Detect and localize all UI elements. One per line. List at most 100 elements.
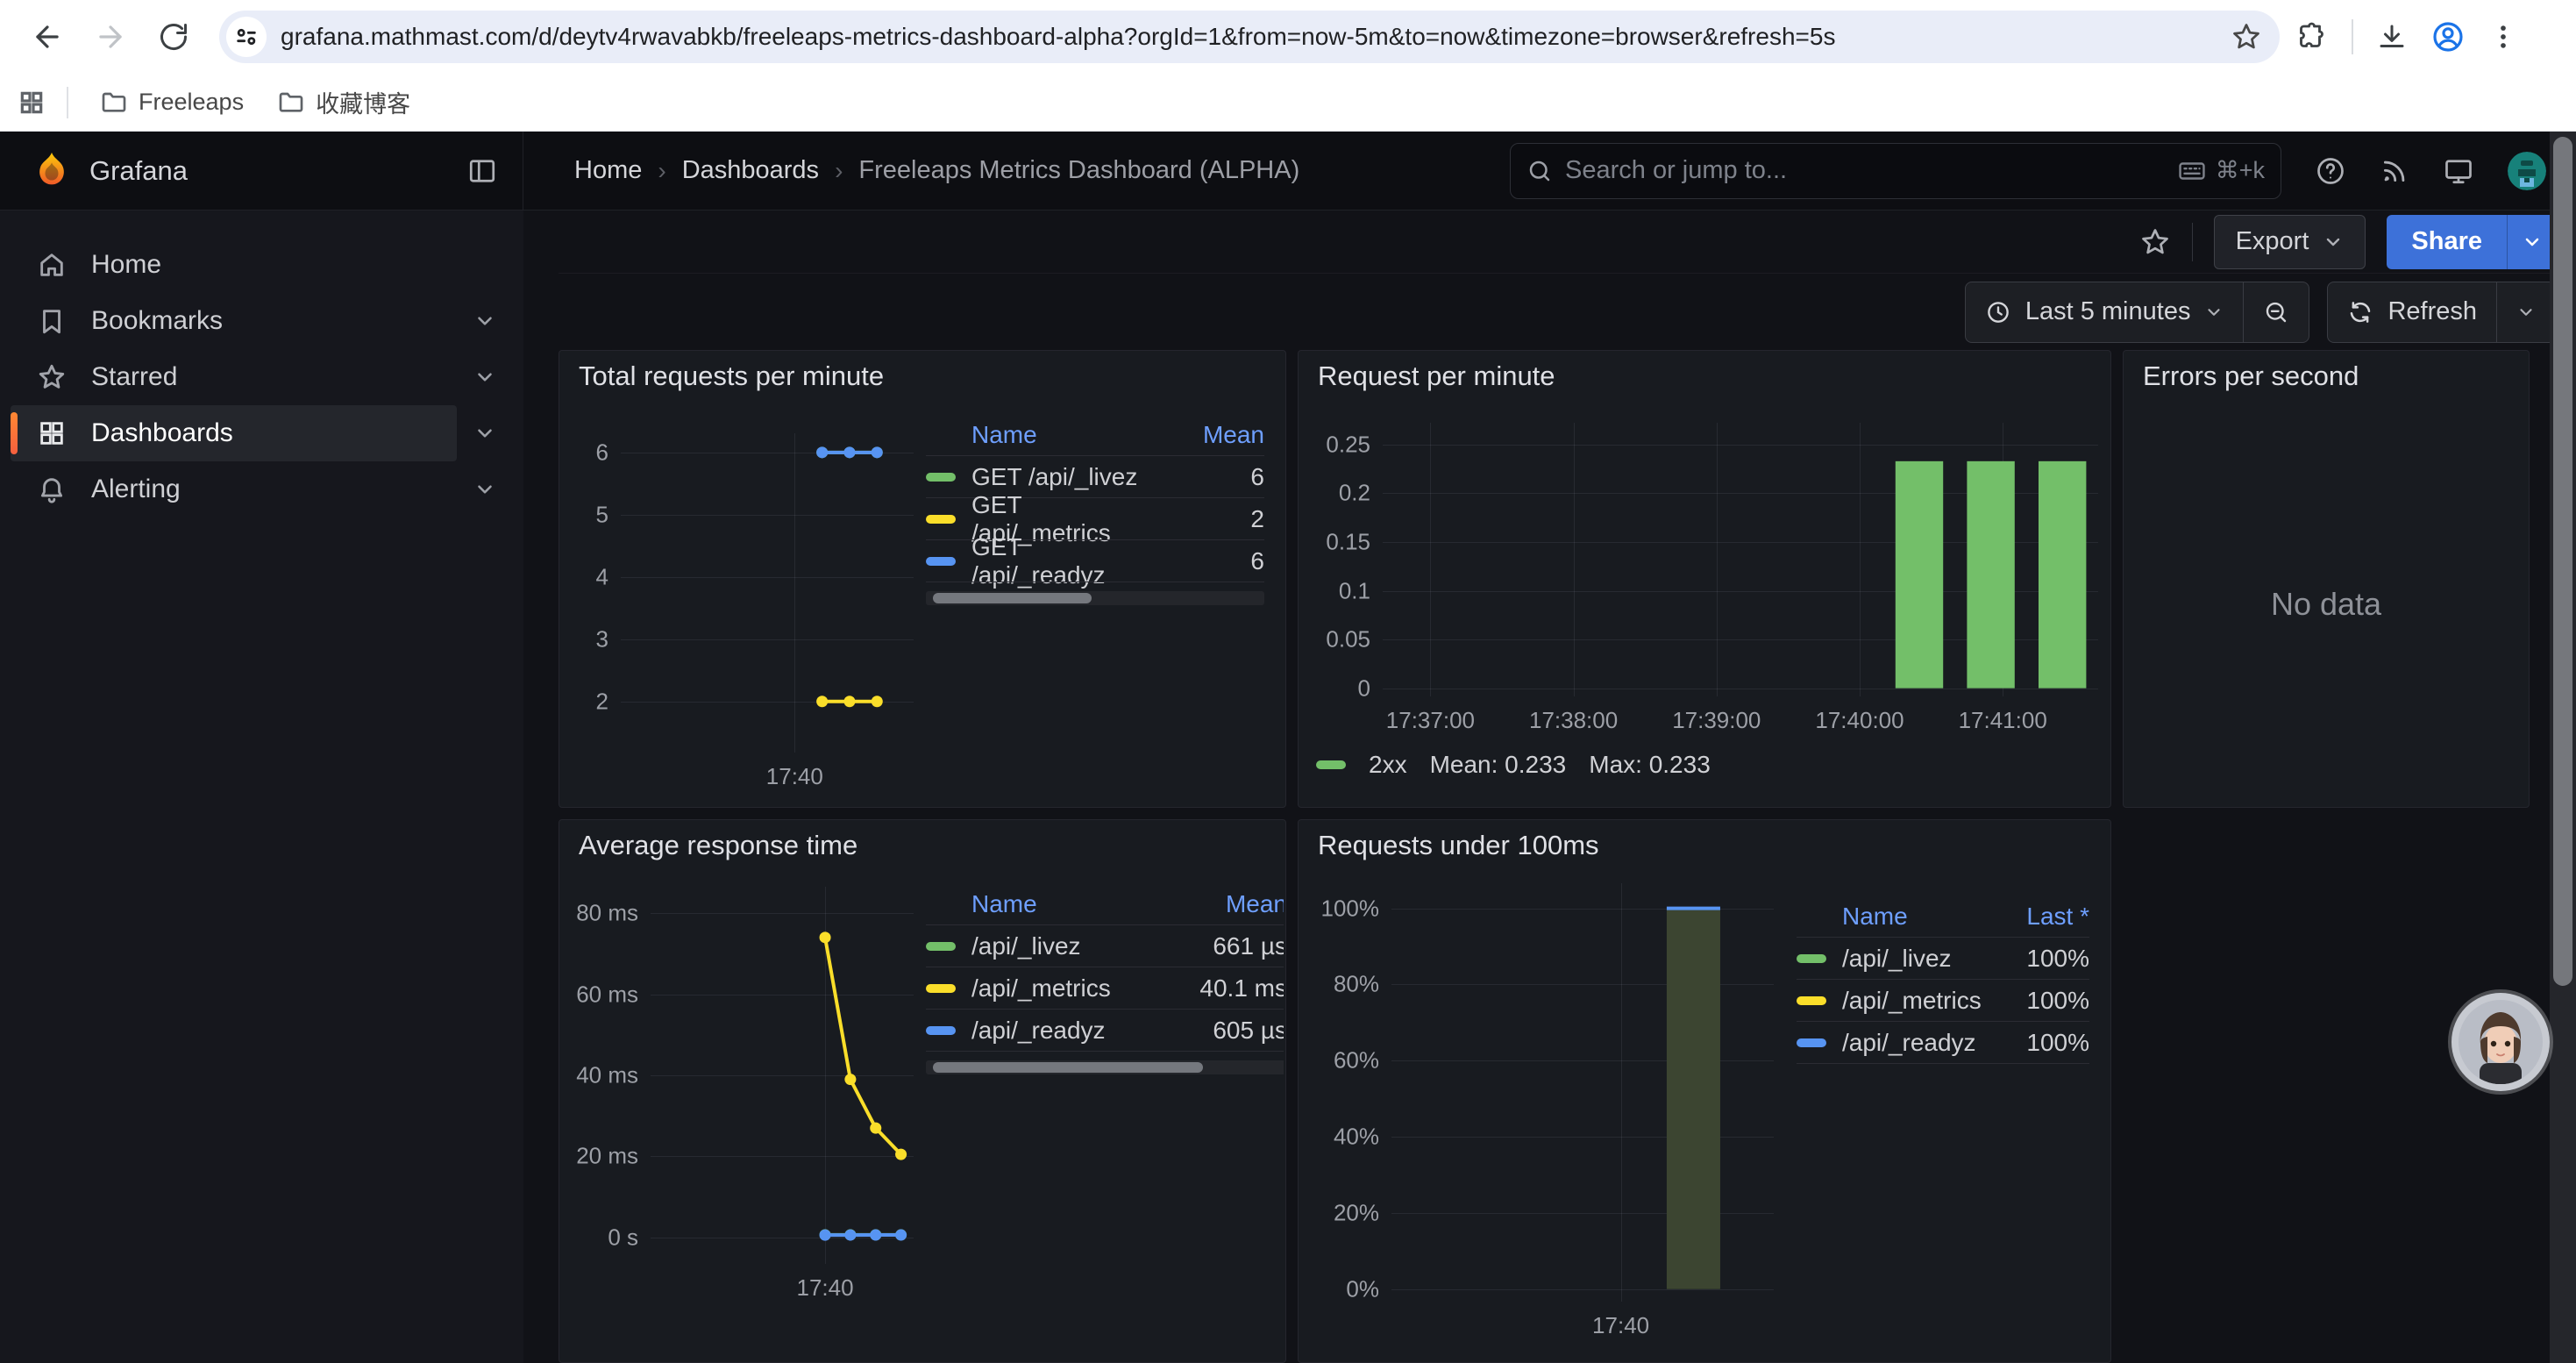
legend-series-name[interactable]: /api/_readyz <box>1842 1022 1984 1063</box>
legend-series-name[interactable]: /api/_livez <box>1842 938 1984 979</box>
scrollbar-thumb[interactable] <box>2553 137 2572 986</box>
legend-series-name[interactable]: GET /api/_readyz <box>971 540 1150 582</box>
series-chip[interactable] <box>926 473 956 482</box>
panel-errors-per-second[interactable]: Errors per second No data <box>2123 350 2530 808</box>
url-input[interactable] <box>281 23 2231 51</box>
legend-col-name[interactable]: Name <box>1842 896 1984 937</box>
search-shortcut: ⌘+k <box>2177 156 2265 186</box>
bell-icon <box>37 475 67 504</box>
legend-last-value: 100% <box>1984 1022 2089 1063</box>
global-search[interactable]: ⌘+k <box>1510 143 2281 199</box>
legend-col-mean[interactable]: Mean <box>1150 414 1264 455</box>
page-scrollbar[interactable] <box>2550 132 2576 1363</box>
time-range-picker[interactable]: Last 5 minutes <box>1966 282 2244 342</box>
dock-toggle-icon[interactable] <box>466 155 498 187</box>
zoom-out-button[interactable] <box>2244 282 2309 342</box>
share-menu-caret[interactable] <box>2507 215 2556 269</box>
series-chip[interactable] <box>1316 760 1346 769</box>
legend-series-name[interactable]: 2xx <box>1369 751 1407 779</box>
sidebar-item-dashboards[interactable]: Dashboards <box>11 405 513 461</box>
help-icon[interactable] <box>2315 155 2346 187</box>
area-plot[interactable]: 17:40 <box>1391 883 1774 1302</box>
search-input[interactable] <box>1565 156 2165 185</box>
brand-section: Grafana <box>0 132 523 210</box>
timeseries-plot[interactable]: 17:40 <box>651 887 914 1264</box>
back-icon[interactable] <box>19 9 75 65</box>
legend-series-name[interactable]: /api/_metrics <box>1842 980 1984 1021</box>
panel-title[interactable]: Requests under 100ms <box>1299 820 2110 871</box>
sidebar-item-starred[interactable]: Starred <box>11 349 513 405</box>
legend-col-name[interactable]: Name <box>971 883 1156 924</box>
series-chip[interactable] <box>926 942 956 951</box>
site-settings-icon[interactable] <box>226 17 267 57</box>
dashboard-toolbar: Export Share <box>559 211 2556 274</box>
apps-grid-icon[interactable] <box>18 89 46 117</box>
bar-plot[interactable]: 17:37:0017:38:0017:39:0017:40:0017:41:00 <box>1383 423 2098 696</box>
export-button[interactable]: Export <box>2214 215 2366 269</box>
browser-menu-icon[interactable] <box>2488 22 2518 52</box>
share-button[interactable]: Share <box>2387 215 2507 269</box>
legend-col-last[interactable]: Last * <box>1984 896 2089 937</box>
panel-title[interactable]: Total requests per minute <box>559 351 1285 402</box>
assistant-avatar[interactable] <box>2451 993 2550 1091</box>
panel-title[interactable]: Request per minute <box>1299 351 2110 402</box>
grafana-app: Grafana Home › Dashboards › Freeleaps Me… <box>0 132 2576 1363</box>
news-rss-icon[interactable] <box>2380 156 2409 186</box>
brand-name: Grafana <box>89 155 188 187</box>
series-chip[interactable] <box>926 1026 956 1035</box>
panel-legend: 2xx Mean: 0.233 Max: 0.233 <box>1307 740 2098 789</box>
chevron-down-icon[interactable] <box>457 293 513 349</box>
chevron-down-icon[interactable] <box>457 405 513 461</box>
series-chip[interactable] <box>926 984 956 993</box>
panel-total-requests[interactable]: Total requests per minute 65432 17:40 Na <box>559 350 1286 808</box>
panel-average-response-time[interactable]: Average response time 80 ms60 ms40 ms20 … <box>559 819 1286 1363</box>
sidebar-item-alerting[interactable]: Alerting <box>11 461 513 517</box>
bookmark-folder-blogs[interactable]: 收藏博客 <box>267 80 421 125</box>
reload-icon[interactable] <box>146 9 202 65</box>
legend-col-mean[interactable]: Mean <box>1156 883 1284 924</box>
monitor-icon[interactable] <box>2443 155 2474 187</box>
legend-series-name[interactable]: /api/_livez <box>971 925 1156 967</box>
dashboard-main: Export Share Last 5 minutes <box>523 211 2576 1363</box>
sidebar-item-home[interactable]: Home <box>11 237 513 293</box>
refresh-button[interactable]: Refresh <box>2328 282 2496 342</box>
chevron-down-icon[interactable] <box>457 461 513 517</box>
timeseries-plot[interactable]: 17:40 <box>621 433 914 753</box>
bookmark-icon <box>37 306 67 336</box>
refresh-interval-caret[interactable] <box>2497 282 2555 342</box>
address-bar[interactable] <box>219 11 2280 63</box>
series-chip[interactable] <box>1797 1038 1826 1047</box>
panel-request-per-minute[interactable]: Request per minute 0.250.20.150.10.050 1… <box>1298 350 2111 808</box>
sidebar-item-label: Starred <box>91 362 177 392</box>
bookmark-label: Freeleaps <box>139 89 244 116</box>
sidebar-item-label: Dashboards <box>91 418 233 448</box>
legend-scrollbar[interactable] <box>926 591 1264 605</box>
legend-last-value: 100% <box>1984 980 2089 1021</box>
chevron-down-icon[interactable] <box>457 349 513 405</box>
panel-legend: Name Last * /api/_livez 100% /api/_metri… <box>1774 871 2109 1362</box>
bookmark-star-icon[interactable] <box>2231 21 2262 53</box>
legend-col-name[interactable]: Name <box>971 414 1150 455</box>
series-chip[interactable] <box>926 515 956 524</box>
legend-series-name[interactable]: /api/_metrics <box>971 967 1156 1009</box>
breadcrumb-separator: › <box>658 157 665 185</box>
series-chip[interactable] <box>1797 954 1826 963</box>
downloads-icon[interactable] <box>2376 21 2408 53</box>
series-chip[interactable] <box>926 557 956 566</box>
grafana-logo[interactable] <box>32 151 72 191</box>
profile-icon[interactable] <box>2430 19 2466 54</box>
favorite-star-icon[interactable] <box>2139 226 2171 258</box>
user-avatar[interactable] <box>2508 152 2546 190</box>
legend-series-name[interactable]: /api/_readyz <box>971 1010 1156 1051</box>
extensions-icon[interactable] <box>2297 21 2329 53</box>
sidebar-item-bookmarks[interactable]: Bookmarks <box>11 293 513 349</box>
folder-icon <box>277 89 305 117</box>
bookmark-folder-freeleaps[interactable]: Freeleaps <box>89 83 254 122</box>
panel-title[interactable]: Average response time <box>559 820 1285 871</box>
breadcrumb-dashboards[interactable]: Dashboards <box>682 156 819 185</box>
panel-requests-under-100ms[interactable]: Requests under 100ms 100%80%60%40%20%0% … <box>1298 819 2111 1363</box>
legend-scrollbar[interactable] <box>926 1060 1284 1074</box>
breadcrumb-home[interactable]: Home <box>574 156 642 185</box>
series-chip[interactable] <box>1797 996 1826 1005</box>
panel-title[interactable]: Errors per second <box>2124 351 2529 402</box>
